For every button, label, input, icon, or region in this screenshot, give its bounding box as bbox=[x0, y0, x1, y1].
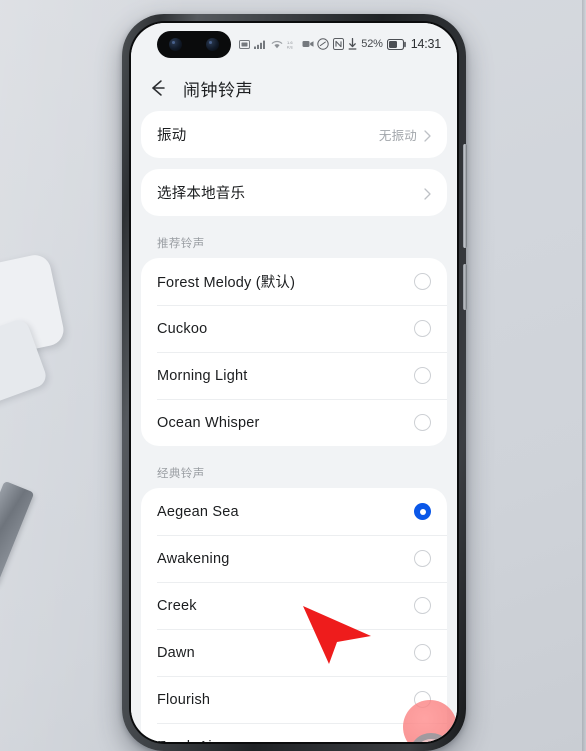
settings-list[interactable]: 振动 无振动 选择本地音乐 推荐铃声 Forest Melody (默认) Cu… bbox=[131, 111, 457, 742]
ringtone-label: Forest Melody (默认) bbox=[157, 275, 296, 291]
vibration-label: 振动 bbox=[157, 128, 187, 144]
mute-icon bbox=[317, 38, 329, 50]
ringtone-row[interactable]: Forest Melody (默认) bbox=[141, 258, 447, 305]
ringtone-row[interactable]: Morning Light bbox=[141, 352, 447, 399]
phone-bezel: 1.6 K/s 52% 14:31 闹钟铃声 振动 无振动 选择本地音乐 推荐铃… bbox=[129, 21, 459, 744]
radio-button-icon[interactable] bbox=[414, 320, 431, 337]
radio-button-icon[interactable] bbox=[414, 597, 431, 614]
status-bar-left-icons: 1.6 K/s bbox=[239, 39, 314, 49]
ringtone-row[interactable]: Fresh Air bbox=[141, 723, 447, 742]
status-bar-right-icons: 52% 14:31 bbox=[317, 37, 441, 51]
radio-button-icon[interactable] bbox=[414, 273, 431, 290]
ringtone-label: Ocean Whisper bbox=[157, 414, 260, 431]
radio-button-icon[interactable] bbox=[414, 691, 431, 708]
battery-icon bbox=[386, 38, 407, 50]
vibration-row[interactable]: 振动 无振动 bbox=[141, 111, 447, 158]
radio-button-icon[interactable] bbox=[414, 367, 431, 384]
ringtone-label: Aegean Sea bbox=[157, 503, 239, 520]
signal-bars-icon bbox=[254, 40, 267, 49]
radio-button-icon[interactable] bbox=[414, 644, 431, 661]
power-button[interactable] bbox=[463, 264, 467, 310]
front-camera-lens-right bbox=[206, 38, 219, 51]
radio-button-icon-selected[interactable] bbox=[414, 503, 431, 520]
chevron-right-icon bbox=[424, 129, 431, 142]
recommended-ringtones-card: Forest Melody (默认) Cuckoo Morning Light bbox=[141, 258, 447, 446]
svg-text:K/s: K/s bbox=[287, 44, 293, 48]
data-rate-icon: 1.6 K/s bbox=[287, 40, 298, 49]
radio-button-icon[interactable] bbox=[414, 414, 431, 431]
select-local-music-label: 选择本地音乐 bbox=[157, 186, 246, 202]
back-arrow-icon[interactable] bbox=[147, 77, 169, 99]
background-object-pen bbox=[0, 480, 35, 590]
sim-card-icon bbox=[239, 39, 250, 49]
ringtone-row[interactable]: Aegean Sea bbox=[141, 488, 447, 535]
ringtone-label: Flourish bbox=[157, 691, 211, 708]
vibration-card: 振动 无振动 bbox=[141, 111, 447, 158]
ringtone-row[interactable]: Flourish bbox=[141, 676, 447, 723]
wifi-icon bbox=[271, 40, 283, 49]
ringtone-row[interactable]: Cuckoo bbox=[141, 305, 447, 352]
camera-cutout bbox=[157, 31, 231, 58]
desk-seam bbox=[582, 0, 586, 751]
volume-button[interactable] bbox=[463, 144, 467, 248]
ringtone-row[interactable]: Dawn bbox=[141, 629, 447, 676]
radio-button-icon[interactable] bbox=[414, 550, 431, 567]
ringtone-row[interactable]: Ocean Whisper bbox=[141, 399, 447, 446]
front-camera-lens-left bbox=[169, 38, 182, 51]
local-music-card: 选择本地音乐 bbox=[141, 169, 447, 216]
phone-screen: 1.6 K/s 52% 14:31 闹钟铃声 振动 无振动 选择本地音乐 推荐铃… bbox=[131, 23, 457, 742]
vibration-value: 无振动 bbox=[378, 129, 417, 143]
ringtone-row[interactable]: Awakening bbox=[141, 535, 447, 582]
ringtone-label: Cuckoo bbox=[157, 320, 208, 337]
nfc-icon bbox=[333, 38, 345, 50]
video-icon bbox=[302, 40, 314, 48]
page-title: 闹钟铃声 bbox=[183, 80, 253, 100]
ringtone-label: Creek bbox=[157, 597, 197, 614]
section-title-recommended: 推荐铃声 bbox=[157, 238, 205, 250]
ringtone-label: Dawn bbox=[157, 644, 195, 661]
scene: 1.6 K/s 52% 14:31 闹钟铃声 振动 无振动 选择本地音乐 推荐铃… bbox=[0, 0, 586, 751]
clock-label: 14:31 bbox=[410, 37, 441, 51]
chevron-right-icon bbox=[424, 187, 431, 200]
phone-device: 1.6 K/s 52% 14:31 闹钟铃声 振动 无振动 选择本地音乐 推荐铃… bbox=[122, 14, 467, 751]
status-bar: 1.6 K/s 52% 14:31 bbox=[131, 23, 457, 65]
classic-ringtones-card: Aegean Sea Awakening Creek Dawn Flourish bbox=[141, 488, 447, 742]
radio-button-icon[interactable] bbox=[414, 738, 431, 742]
download-icon bbox=[348, 38, 357, 50]
ringtone-label: Morning Light bbox=[157, 367, 248, 384]
section-title-classic: 经典铃声 bbox=[157, 468, 205, 480]
app-bar: 闹钟铃声 bbox=[131, 65, 457, 111]
ringtone-label: Awakening bbox=[157, 550, 230, 567]
ringtone-label: Fresh Air bbox=[157, 739, 217, 743]
battery-percent-label: 52% bbox=[361, 38, 383, 50]
select-local-music-row[interactable]: 选择本地音乐 bbox=[141, 169, 447, 216]
ringtone-row[interactable]: Creek bbox=[141, 582, 447, 629]
